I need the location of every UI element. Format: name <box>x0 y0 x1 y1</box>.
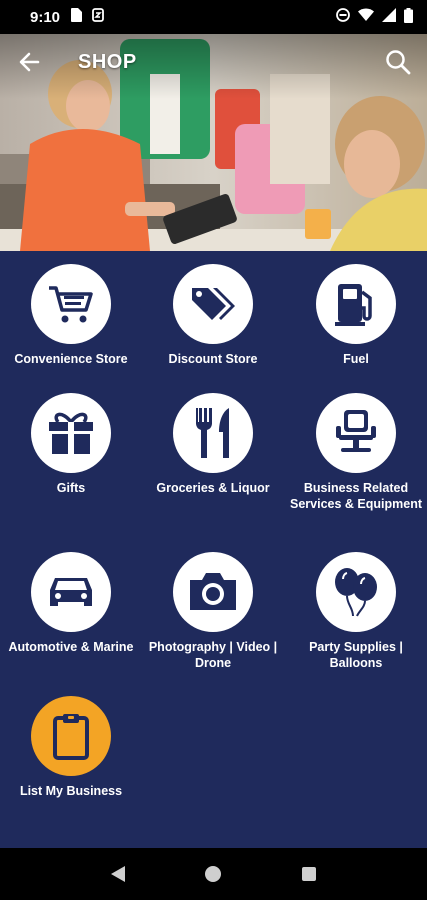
circle-home-icon <box>205 866 222 882</box>
back-button[interactable] <box>14 47 44 77</box>
category-icon-circle <box>316 264 396 344</box>
category-label: Business Related Services & Equipment <box>290 481 422 511</box>
category-icon-circle <box>173 552 253 632</box>
price-tag-icon <box>192 288 235 320</box>
category-icon-circle <box>31 696 111 776</box>
clipboard-icon <box>53 714 89 760</box>
category-label: Convenience Store <box>14 352 128 366</box>
category-fuel[interactable]: Fuel <box>286 264 426 368</box>
triangle-back-icon <box>110 866 125 882</box>
category-automotive-marine[interactable]: Automotive & Marine <box>1 552 141 656</box>
page-title: SHOP <box>78 50 137 73</box>
shopping-cart-icon <box>49 286 93 323</box>
search-button[interactable] <box>383 47 413 77</box>
category-label: Automotive & Marine <box>8 640 134 654</box>
camera-icon <box>190 573 236 610</box>
category-icon-circle <box>31 393 111 473</box>
category-icon-circle <box>316 393 396 473</box>
nav-recents-button[interactable] <box>289 854 329 894</box>
category-label: Gifts <box>56 481 86 495</box>
category-photography[interactable]: Photography | Video | Drone <box>143 552 283 671</box>
category-label: Party Supplies | Balloons <box>309 640 403 670</box>
search-icon <box>386 50 411 75</box>
car-icon <box>50 578 92 606</box>
list-my-business-button[interactable]: List My Business <box>1 696 141 800</box>
category-label: Discount Store <box>168 352 258 366</box>
system-nav-bar <box>0 848 427 900</box>
arrow-left-icon <box>19 52 40 72</box>
category-gifts[interactable]: Gifts <box>1 393 141 497</box>
app-bar: SHOP <box>0 34 427 90</box>
category-party-supplies[interactable]: Party Supplies | Balloons <box>286 552 426 671</box>
do-not-disturb-icon <box>336 8 350 26</box>
list-my-business-label: List My Business <box>19 784 123 798</box>
category-label: Groceries & Liquor <box>156 481 270 495</box>
category-icon-circle <box>173 393 253 473</box>
nav-home-button[interactable] <box>193 854 233 894</box>
category-grid: Convenience Store Discount Store Fuel Gi… <box>0 251 427 848</box>
category-groceries-liquor[interactable]: Groceries & Liquor <box>143 393 283 497</box>
category-convenience-store[interactable]: Convenience Store <box>1 264 141 368</box>
category-icon-circle <box>31 552 111 632</box>
category-icon-circle <box>173 264 253 344</box>
status-time: 9:10 <box>30 8 61 26</box>
office-chair-icon <box>336 410 376 452</box>
gift-icon <box>49 412 93 454</box>
battery-icon <box>404 7 413 27</box>
wifi-icon <box>358 8 374 26</box>
category-label: Photography | Video | Drone <box>148 640 278 670</box>
data-saver-icon <box>92 8 104 26</box>
fork-knife-icon <box>196 408 229 458</box>
category-icon-circle <box>31 264 111 344</box>
balloons-icon <box>335 568 377 617</box>
status-bar: 9:10 <box>0 0 427 34</box>
signal-icon <box>382 8 396 26</box>
square-recents-icon <box>302 867 317 881</box>
category-discount-store[interactable]: Discount Store <box>143 264 283 368</box>
category-icon-circle <box>316 552 396 632</box>
category-business-services[interactable]: Business Related Services & Equipment <box>286 393 426 512</box>
fuel-pump-icon <box>335 284 372 326</box>
nav-back-button[interactable] <box>98 854 138 894</box>
sim-card-icon <box>70 8 83 26</box>
category-label: Fuel <box>343 352 369 366</box>
